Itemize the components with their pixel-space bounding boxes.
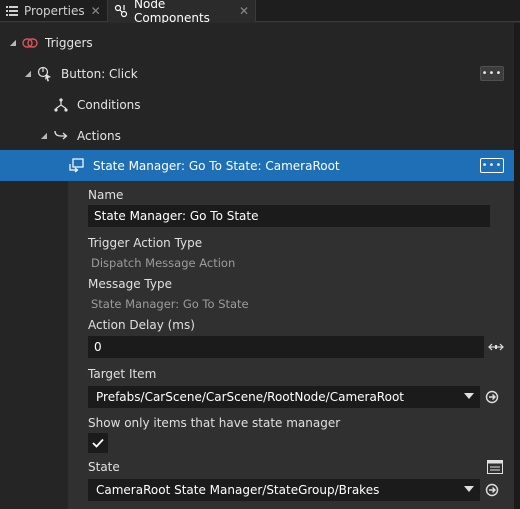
trigger-action-type-value: Dispatch Message Action — [91, 256, 236, 270]
chevron-down-icon — [464, 486, 474, 492]
target-item-dropdown[interactable]: Prefabs/CarScene/CarScene/RootNode/Camer… — [88, 386, 480, 408]
actions-arrow-icon — [53, 128, 69, 144]
state-dropdown[interactable]: CameraRoot State Manager/StateGroup/Brak… — [88, 479, 480, 501]
name-input[interactable]: State Manager: Go To State — [88, 205, 490, 227]
tree-item-label: Conditions — [77, 97, 141, 112]
tree-item-button-click[interactable]: ◢ Button: Click ••• — [0, 58, 514, 89]
node-components-icon — [114, 4, 128, 18]
expand-arrow-icon[interactable]: ◢ — [8, 38, 18, 48]
navigate-to-icon[interactable] — [484, 389, 500, 405]
tree-item-label: Button: Click — [61, 66, 138, 81]
navigate-to-icon[interactable] — [484, 482, 500, 498]
state-value: CameraRoot State Manager/StateGroup/Brak… — [96, 483, 380, 497]
name-label: Name — [88, 188, 124, 202]
tab-node-components[interactable]: Node Components ✕ — [107, 0, 256, 25]
tree-item-actions[interactable]: ◢ Actions — [0, 120, 514, 151]
message-type-value: State Manager: Go To State — [91, 297, 249, 311]
target-item-label: Target Item — [88, 367, 157, 381]
click-trigger-icon — [37, 66, 53, 82]
dispatch-message-icon — [68, 157, 84, 174]
tree-item-label: Triggers — [45, 35, 93, 50]
drag-value-icon[interactable] — [488, 339, 504, 355]
expand-arrow-icon[interactable]: ◢ — [23, 69, 33, 79]
chevron-down-icon — [464, 393, 474, 399]
action-delay-label: Action Delay (ms) — [88, 318, 195, 332]
tree-item-conditions[interactable]: Conditions — [0, 89, 514, 120]
tab-bar: Properties ✕ Node Components ✕ — [0, 0, 520, 25]
message-type-label: Message Type — [88, 277, 172, 291]
trigger-action-type-label: Trigger Action Type — [88, 236, 203, 250]
tab-node-components-label: Node Components — [134, 0, 210, 25]
action-delay-input[interactable]: 0 — [88, 336, 484, 358]
action-details-panel: Name State Manager: Go To State Trigger … — [68, 181, 514, 509]
state-label: State — [88, 460, 120, 474]
conditions-icon — [53, 97, 69, 113]
state-list-icon[interactable] — [487, 459, 503, 475]
target-item-value: Prefabs/CarScene/CarScene/RootNode/Camer… — [96, 390, 404, 404]
trigger-icon — [22, 35, 38, 51]
close-icon[interactable]: ✕ — [239, 4, 249, 18]
expand-arrow-icon[interactable]: ◢ — [39, 131, 49, 141]
tab-properties-label: Properties — [24, 4, 85, 18]
show-only-checkbox[interactable] — [88, 433, 108, 453]
vertical-scrollbar[interactable] — [514, 23, 520, 509]
tree-item-label: State Manager: Go To State: CameraRoot — [93, 158, 340, 173]
tree-item-triggers[interactable]: ◢ Triggers — [0, 27, 514, 58]
show-only-label: Show only items that have state manager — [88, 416, 341, 430]
checkmark-icon — [92, 438, 104, 448]
more-options-button[interactable]: ••• — [480, 158, 504, 173]
tree-item-label: Actions — [77, 128, 121, 143]
tab-properties[interactable]: Properties ✕ — [0, 0, 106, 22]
more-options-button[interactable]: ••• — [480, 66, 504, 81]
close-icon[interactable]: ✕ — [91, 4, 101, 18]
list-icon — [6, 4, 18, 18]
tree-item-selected-action[interactable]: State Manager: Go To State: CameraRoot •… — [0, 150, 514, 181]
